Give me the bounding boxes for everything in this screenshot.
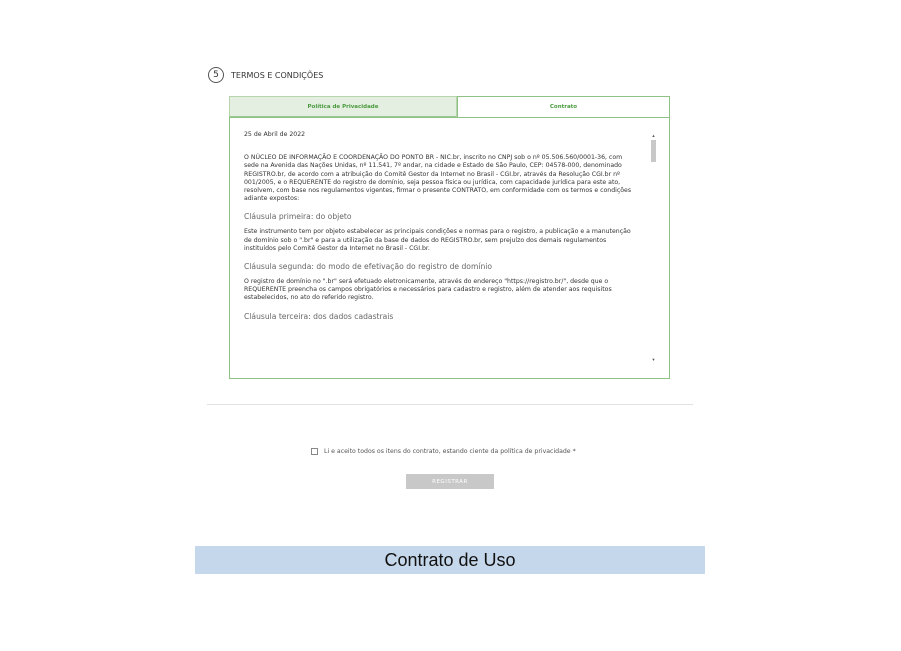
section-divider bbox=[207, 404, 693, 405]
scroll-down-arrow-icon[interactable]: ▼ bbox=[650, 357, 657, 363]
tab-contract[interactable]: Contrato bbox=[457, 96, 670, 117]
clause-3-title: Cláusula terceira: dos dados cadastrais bbox=[244, 311, 394, 321]
agree-terms-row: Li e aceito todos os itens do contrato, … bbox=[311, 446, 576, 456]
scroll-up-arrow-icon[interactable]: ▲ bbox=[650, 133, 657, 139]
step-header: 5 TERMOS E CONDIÇÕES bbox=[208, 66, 323, 84]
tab-privacy-policy[interactable]: Política de Privacidade bbox=[229, 96, 457, 117]
clause-2-title: Cláusula segunda: do modo de efetivação … bbox=[244, 262, 493, 272]
contract-panel: 25 de Abril de 2022 O NÚCLEO DE INFORMAÇ… bbox=[229, 117, 670, 379]
contract-text-area[interactable]: 25 de Abril de 2022 O NÚCLEO DE INFORMAÇ… bbox=[244, 131, 636, 374]
contract-date: 25 de Abril de 2022 bbox=[244, 131, 306, 138]
contract-scrollbar[interactable]: ▲ ▼ bbox=[650, 133, 657, 363]
step-number-badge: 5 bbox=[208, 67, 224, 83]
scrollbar-thumb[interactable] bbox=[651, 140, 656, 162]
clause-2-text: O registro de domínio no ".br" será efet… bbox=[244, 278, 612, 302]
clause-1-text: Este instrumento tem por objeto estabele… bbox=[244, 228, 631, 252]
agree-terms-checkbox[interactable] bbox=[311, 447, 318, 455]
step-title: TERMOS E CONDIÇÕES bbox=[231, 70, 324, 80]
clause-1-title: Cláusula primeira: do objeto bbox=[244, 212, 352, 222]
register-button[interactable]: REGISTRAR bbox=[406, 474, 494, 489]
contract-intro: O NÚCLEO DE INFORMAÇÃO E COORDENAÇÃO DO … bbox=[244, 154, 632, 203]
image-caption: Contrato de Uso bbox=[195, 546, 705, 574]
agree-terms-label[interactable]: Li e aceito todos os itens do contrato, … bbox=[324, 448, 576, 455]
terms-tabs: Política de Privacidade Contrato bbox=[229, 96, 670, 118]
